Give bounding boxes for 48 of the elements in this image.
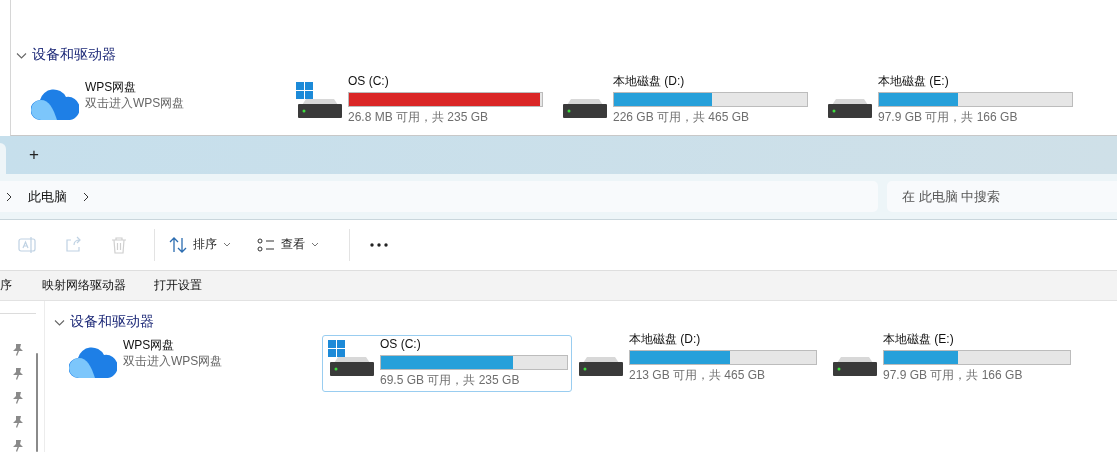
usage-text: 97.9 GB 可用，共 166 GB bbox=[878, 109, 1019, 125]
item-subtitle: 双击进入WPS网盘 bbox=[123, 353, 223, 369]
drive-name: 本地磁盘 (D:) bbox=[629, 332, 702, 347]
item-name: WPS网盘 bbox=[123, 338, 176, 353]
drive-name: OS (C:) bbox=[380, 337, 422, 352]
usage-text: 69.5 GB 可用，共 235 GB bbox=[380, 372, 521, 388]
section-title: 设备和驱动器 bbox=[70, 313, 154, 331]
pin-icon[interactable] bbox=[13, 416, 23, 428]
drive-name: 本地磁盘 (E:) bbox=[878, 74, 950, 89]
usage-text: 226 GB 可用，共 465 GB bbox=[613, 109, 751, 125]
view-button[interactable]: 查看 bbox=[257, 229, 319, 261]
pin-icon[interactable] bbox=[13, 344, 23, 356]
caret-icon bbox=[311, 242, 319, 248]
drive-name: OS (C:) bbox=[348, 74, 390, 89]
scrollbar[interactable] bbox=[36, 353, 38, 452]
cloud-icon bbox=[69, 344, 117, 378]
drive-tile[interactable]: OS (C:) 69.5 GB 可用，共 235 GB bbox=[322, 335, 572, 392]
list-view-icon bbox=[257, 236, 275, 254]
drive-icon bbox=[298, 99, 342, 118]
search-field[interactable]: 在 此电脑 中搜索 bbox=[887, 181, 1117, 213]
item-name: WPS网盘 bbox=[85, 80, 138, 95]
breadcrumb[interactable]: 此电脑 bbox=[14, 187, 81, 206]
pin-icon[interactable] bbox=[13, 368, 23, 380]
command-button[interactable]: 打开设置 bbox=[154, 276, 202, 294]
drive-icon bbox=[330, 357, 374, 376]
chevron-right-icon[interactable] bbox=[81, 191, 91, 202]
caret-icon bbox=[223, 242, 231, 248]
section-title: 设备和驱动器 bbox=[32, 46, 116, 64]
chevron-right-icon[interactable] bbox=[4, 191, 14, 202]
item-subtitle: 双击进入WPS网盘 bbox=[85, 95, 185, 111]
usage-text: 97.9 GB 可用，共 166 GB bbox=[883, 367, 1024, 383]
rename-icon bbox=[18, 236, 36, 254]
pin-icon[interactable] bbox=[13, 440, 23, 452]
new-tab-button[interactable]: + bbox=[23, 143, 45, 166]
command-button[interactable]: 序 bbox=[0, 276, 12, 294]
address-bar[interactable]: 此电脑 bbox=[0, 181, 878, 213]
cloud-icon bbox=[31, 86, 79, 120]
sort-button[interactable]: 排序 bbox=[169, 229, 231, 261]
drive-name: 本地磁盘 (D:) bbox=[613, 74, 686, 89]
drive-name: 本地磁盘 (E:) bbox=[883, 332, 955, 347]
pin-icon[interactable] bbox=[13, 392, 23, 404]
usage-text: 213 GB 可用，共 465 GB bbox=[629, 367, 767, 383]
share-icon bbox=[64, 236, 82, 254]
delete-icon bbox=[110, 236, 128, 254]
sort-icon bbox=[169, 236, 187, 254]
usage-text: 26.8 MB 可用，共 235 GB bbox=[348, 109, 490, 125]
command-button[interactable]: 映射网络驱动器 bbox=[42, 276, 126, 294]
more-icon bbox=[370, 243, 388, 247]
